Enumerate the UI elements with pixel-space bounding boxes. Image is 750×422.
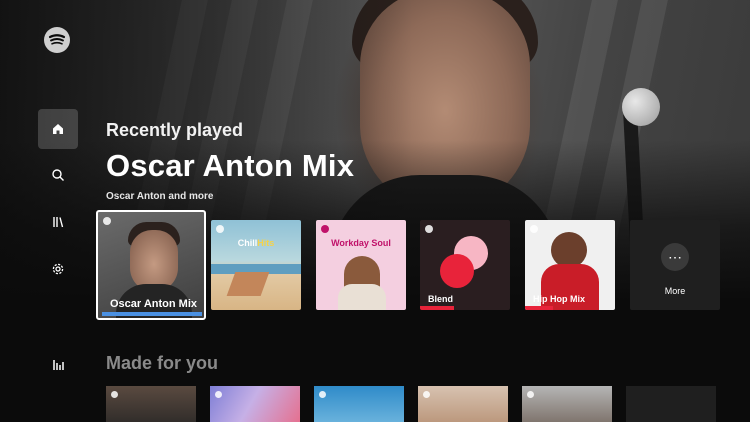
featured-title: Oscar Anton Mix	[106, 148, 355, 183]
card-title: ChillHits	[237, 238, 275, 248]
spotify-small-icon	[530, 225, 538, 233]
card-label: Blend	[428, 294, 454, 304]
card-label: Oscar Anton Mix	[110, 298, 197, 310]
more-icon: ⋯	[661, 243, 689, 271]
spotify-small-icon	[319, 391, 326, 398]
search-icon	[52, 169, 64, 181]
made-for-you-card[interactable]	[522, 386, 612, 422]
made-for-you-card[interactable]	[626, 386, 716, 422]
section-title-made-for-you: Made for you	[106, 353, 219, 373]
sidebar-item-stats[interactable]	[38, 345, 78, 385]
spotify-small-icon	[423, 391, 430, 398]
card-more[interactable]: ⋯ More	[630, 220, 720, 310]
library-icon	[53, 217, 64, 228]
sidebar-item-search[interactable]	[38, 155, 78, 195]
card-blend[interactable]: Blend	[420, 220, 510, 310]
card-chill-hits[interactable]: ChillHits	[211, 220, 301, 310]
sidebar	[0, 0, 90, 422]
made-for-you-card[interactable]	[210, 386, 300, 422]
spotify-small-icon	[425, 225, 433, 233]
spotify-small-icon	[111, 391, 118, 398]
card-hip-hop-mix[interactable]: Hip Hop Mix	[525, 220, 615, 310]
sidebar-item-settings[interactable]	[38, 249, 78, 289]
spotify-logo-icon	[44, 27, 70, 53]
home-icon	[53, 124, 63, 134]
bar-chart-icon	[53, 360, 64, 370]
card-oscar-anton-mix[interactable]: Oscar Anton Mix	[96, 210, 206, 320]
card-label: More	[664, 286, 686, 296]
made-for-you-card[interactable]	[418, 386, 508, 422]
made-for-you-card[interactable]	[314, 386, 404, 422]
featured-subtitle: Oscar Anton and more	[106, 191, 214, 202]
sidebar-item-home[interactable]	[38, 109, 78, 149]
progress-bar	[525, 306, 553, 310]
spotify-small-icon	[215, 391, 222, 398]
card-workday-soul[interactable]: Workday Soul	[316, 220, 406, 310]
section-title-recently-played: Recently played	[106, 120, 244, 140]
progress-bar	[102, 312, 202, 316]
card-artwork	[551, 232, 587, 268]
gear-icon	[52, 263, 64, 275]
beach-chair-artwork	[226, 272, 270, 296]
spotify-small-icon	[216, 225, 224, 233]
sidebar-item-library[interactable]	[38, 202, 78, 242]
spotify-small-icon	[321, 225, 329, 233]
progress-bar	[420, 306, 454, 310]
card-title: Workday Soul	[331, 238, 391, 248]
spotify-small-icon	[527, 391, 534, 398]
card-label: Hip Hop Mix	[533, 294, 585, 304]
made-for-you-card[interactable]	[106, 386, 196, 422]
spotify-small-icon	[103, 217, 111, 225]
